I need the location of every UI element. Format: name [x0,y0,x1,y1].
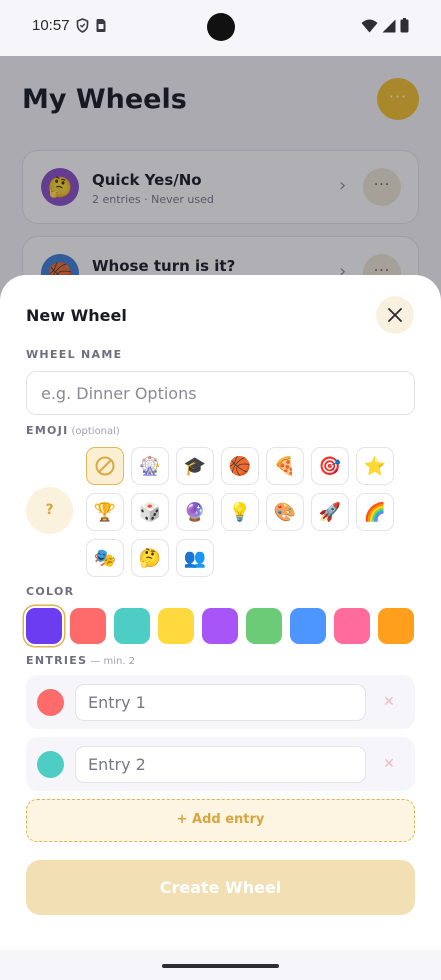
status-right-icons [361,18,409,33]
color-swatch[interactable] [334,608,370,644]
wheel-name-label: WHEEL NAME [26,348,123,361]
color-swatch[interactable] [114,608,150,644]
emoji-option-none[interactable] [86,447,124,485]
wheel-name-input[interactable] [26,371,415,415]
emoji-option[interactable]: 🎭 [86,539,124,577]
add-entry-button[interactable]: + Add entry [26,799,415,842]
create-wheel-button[interactable]: Create Wheel [26,860,415,915]
emoji-option[interactable]: 🎲 [131,493,169,531]
entry-color-dot[interactable] [37,751,64,778]
emoji-option[interactable]: 🍕 [266,447,304,485]
color-picker [26,608,414,644]
emoji-option[interactable]: 👥 [176,539,214,577]
color-swatch[interactable] [290,608,326,644]
new-wheel-sheet: New Wheel WHEEL NAME EMOJI(optional) ? 🎡… [0,275,441,950]
emoji-hint: (optional) [71,426,120,437]
battery-icon [400,18,409,33]
emoji-picker: 🎡 🎓 🏀 🍕 🎯 ⭐ 🏆 🎲 🔮 💡 🎨 🚀 🌈 🎭 🤔 👥 [86,447,398,577]
cell-signal-icon [382,19,396,32]
color-swatch[interactable] [26,608,62,644]
emoji-option[interactable]: 💡 [221,493,259,531]
emoji-option[interactable]: 🚀 [311,493,349,531]
camera-cutout [207,13,235,41]
home-indicator[interactable] [162,964,279,968]
navigation-bar [0,950,441,980]
emoji-option[interactable]: 🎓 [176,447,214,485]
no-emoji-icon [95,456,115,476]
emoji-option[interactable]: ⭐ [356,447,394,485]
remove-entry-button[interactable]: ✕ [375,750,403,778]
color-swatch[interactable] [158,608,194,644]
color-swatch[interactable] [378,608,414,644]
emoji-label: EMOJI (optional) [26,424,120,437]
color-swatch[interactable] [202,608,238,644]
entry-color-dot[interactable] [37,689,64,716]
emoji-label-text: EMOJI [26,424,69,437]
entries-label-text: ENTRIES [26,654,88,667]
entry-row: ✕ [26,737,415,791]
emoji-option[interactable]: 🏀 [221,447,259,485]
sim-card-icon [96,19,106,32]
close-icon [388,308,402,322]
entry-row: ✕ [26,675,415,729]
status-left-icons [76,18,107,33]
status-bar: 10:57 [0,0,441,56]
color-swatch[interactable] [70,608,106,644]
emoji-preview: ? [26,487,73,534]
emoji-option[interactable]: 🎨 [266,493,304,531]
entry-input[interactable] [75,746,366,783]
emoji-option[interactable]: 🎡 [131,447,169,485]
entry-input[interactable] [75,684,366,721]
sheet-title: New Wheel [26,306,127,325]
emoji-option[interactable]: 🏆 [86,493,124,531]
status-time: 10:57 [32,17,70,34]
emoji-option[interactable]: 🌈 [356,493,394,531]
color-label: COLOR [26,585,75,598]
color-swatch[interactable] [246,608,282,644]
wifi-icon [361,19,378,32]
entries-label: ENTRIES — min. 2 [26,654,135,667]
shield-icon [76,18,89,33]
entries-hint: — min. 2 [90,656,136,667]
remove-entry-button[interactable]: ✕ [375,688,403,716]
close-button[interactable] [376,296,414,334]
emoji-option[interactable]: 🎯 [311,447,349,485]
emoji-option[interactable]: 🤔 [131,539,169,577]
emoji-option[interactable]: 🔮 [176,493,214,531]
